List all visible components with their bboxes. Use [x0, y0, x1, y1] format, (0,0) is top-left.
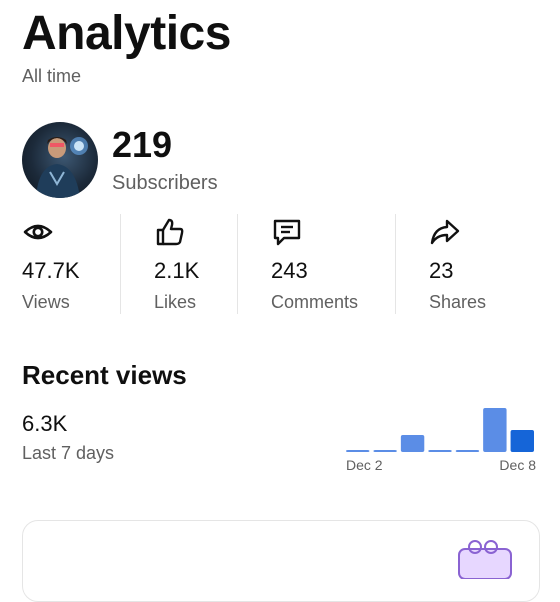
stat-value: 47.7K — [22, 258, 80, 283]
recent-views-label: Last 7 days — [22, 443, 115, 463]
page-subtitle: All time — [22, 66, 82, 86]
share-icon — [430, 219, 460, 245]
stat-label: Comments — [271, 292, 359, 312]
illustration-icon — [458, 540, 512, 579]
stat-label: Shares — [429, 292, 487, 312]
info-card[interactable] — [22, 520, 540, 602]
avatar-image — [36, 137, 88, 198]
page-title: Analytics — [22, 7, 231, 60]
stat-value: 2.1K — [154, 258, 200, 283]
stats-row: 47.7K Views 2.1K Likes 243 Comments 23 S… — [0, 212, 560, 316]
stat-value: 243 — [271, 258, 308, 283]
chart-bar — [510, 430, 534, 452]
chart-bar — [373, 450, 397, 452]
recent-views-chart[interactable]: Dec 2 Dec 8 — [340, 400, 540, 476]
stat-value: 23 — [429, 258, 454, 283]
recent-views-title: Recent views — [22, 360, 187, 390]
chart-bar — [455, 450, 480, 452]
channel-avatar[interactable] — [22, 122, 98, 198]
stat-label: Views — [22, 292, 70, 312]
stat-divider — [237, 214, 238, 314]
chart-bar — [346, 450, 370, 452]
subscriber-label: Subscribers — [112, 172, 218, 194]
stat-divider — [120, 214, 121, 314]
stat-label: Likes — [154, 292, 197, 312]
recent-views-value: 6.3K — [22, 411, 68, 436]
eye-icon — [23, 224, 53, 240]
chart-bar — [483, 408, 507, 452]
chart-tick-label-end: Dec 8 — [499, 457, 536, 473]
chart-bar — [400, 435, 425, 452]
chart-tick-label-start: Dec 2 — [346, 457, 383, 473]
stat-divider — [395, 214, 396, 314]
subscriber-count: 219 — [112, 124, 173, 165]
comment-icon — [273, 219, 301, 246]
chart-bar — [428, 450, 452, 452]
thumb-up-icon — [156, 218, 184, 246]
